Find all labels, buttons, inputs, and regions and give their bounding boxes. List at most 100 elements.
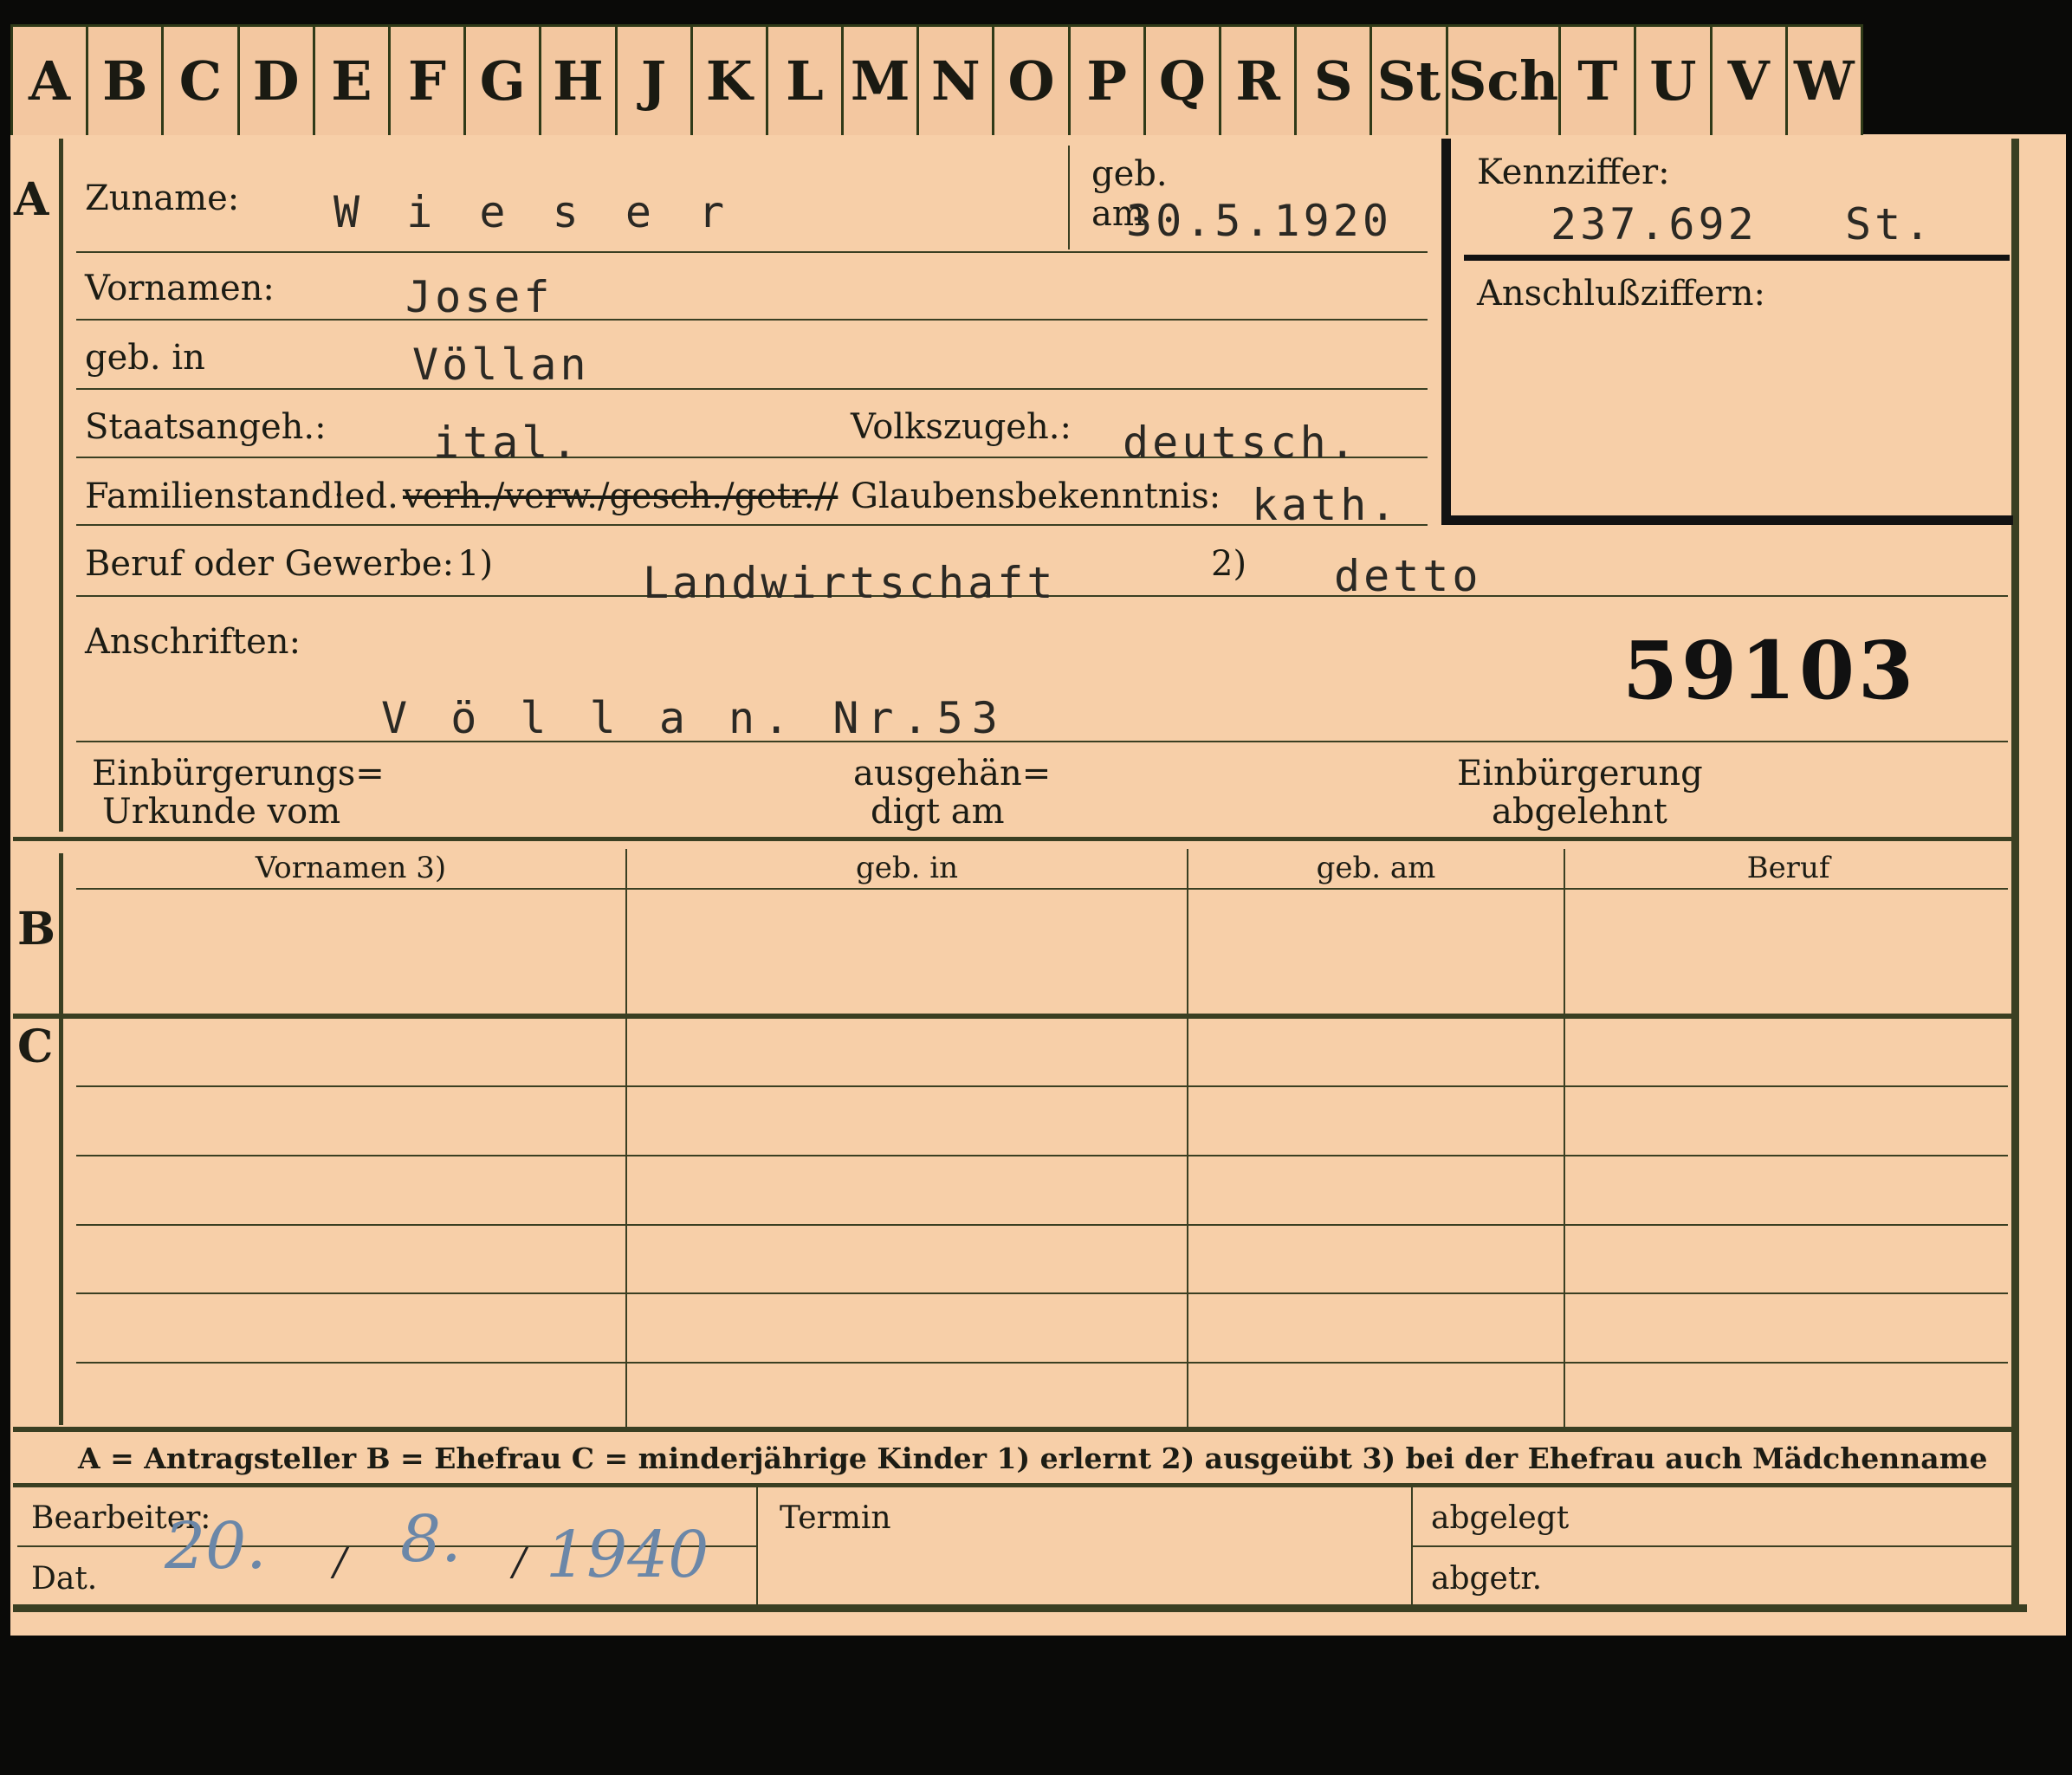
- section-b-mark: B: [17, 903, 55, 956]
- familienstand-label: Familienstand:: [85, 476, 345, 516]
- familienstand-value: led.: [333, 476, 398, 516]
- beruf-erlernt-value: Landwirtschaft: [643, 558, 1057, 608]
- index-tab-a: A: [13, 27, 89, 135]
- index-tab-b: B: [88, 27, 165, 135]
- footer-mid-rule-right: [1411, 1545, 2011, 1547]
- index-tab-o: O: [994, 27, 1071, 135]
- abgelehnt-label-2: abgelehnt: [1492, 792, 1667, 832]
- table-row-rule-3: [76, 1224, 2008, 1226]
- familienstand-struck-options: verh./verw./gesch./getr.//: [403, 476, 839, 516]
- handwritten-month: 8.: [400, 1502, 462, 1577]
- index-tab-c: C: [164, 27, 240, 135]
- index-tab-m: M: [844, 27, 920, 135]
- handwritten-sep-2: /: [513, 1540, 526, 1584]
- alphabet-index-tabs: A B C D E F G H J K L M N O P Q R S St Sch T U V W: [10, 24, 1863, 135]
- index-tab-sch: Sch: [1448, 27, 1562, 135]
- beruf-ausgeuebt-value: detto: [1334, 551, 1482, 601]
- glaubensbekenntnis-value: kath.: [1252, 480, 1400, 530]
- legend-text: A = Antragsteller B = Ehefrau C = minder…: [78, 1441, 1988, 1475]
- index-tab-e: E: [315, 27, 391, 135]
- table-header-vornamen: Vornamen 3): [255, 851, 447, 885]
- section-a-divider: [13, 837, 2016, 841]
- index-tab-q: Q: [1146, 27, 1221, 135]
- table-row-rule-4: [76, 1292, 2008, 1294]
- beruf-ref-2: 2): [1211, 544, 1247, 584]
- table-header-beruf: Beruf: [1746, 851, 1830, 885]
- abgetr-label: abgetr.: [1431, 1561, 1543, 1597]
- volkszugeh-label: Volkszugeh.:: [851, 407, 1072, 447]
- legend-bottom-rule: [13, 1483, 2016, 1487]
- table-header-geb-in: geb. in: [855, 851, 959, 885]
- index-tab-p: P: [1071, 27, 1146, 135]
- left-margin-rule: [59, 139, 63, 832]
- ausgehaen-label-2: digt am: [871, 792, 1005, 832]
- table-row-rule-5: [76, 1362, 2008, 1364]
- anschrift-value: V ö l l a n. Nr.53: [381, 693, 1007, 743]
- table-col-2: [1187, 849, 1188, 1427]
- rule-familienstand: [76, 524, 1428, 526]
- table-col-3: [1564, 849, 1565, 1427]
- index-tab-d: D: [240, 27, 315, 135]
- geb-in-value: Völlan: [412, 340, 590, 390]
- index-tab-n: N: [919, 27, 995, 135]
- kennziffer-underline: [1464, 255, 2010, 261]
- left-margin-rule-lower: [59, 853, 63, 1425]
- section-a-mark: A: [14, 173, 49, 226]
- index-tab-s: S: [1297, 27, 1373, 135]
- footer-col-1: [756, 1487, 758, 1604]
- abgelegt-label: abgelegt: [1431, 1500, 1570, 1536]
- kennziffer-value: 237.692: [1551, 199, 1758, 249]
- rule-anschriften: [76, 741, 2008, 742]
- index-tab-u: U: [1636, 27, 1713, 135]
- legend-top-rule: [13, 1427, 2016, 1432]
- zuname-value: W i e s e r: [333, 187, 735, 237]
- volkszugeh-value: deutsch.: [1123, 418, 1359, 468]
- vornamen-value: Josef: [405, 272, 554, 322]
- geb-label: geb.: [1091, 154, 1168, 194]
- dat-label: Dat.: [31, 1561, 98, 1597]
- index-tab-v: V: [1713, 27, 1788, 135]
- rule-geb-divider: [1068, 146, 1070, 249]
- table-row-rule-2: [76, 1155, 2008, 1156]
- rule-geb-in: [76, 388, 1428, 390]
- index-tab-t: T: [1561, 27, 1637, 135]
- staatsangeh-value: ital.: [433, 418, 581, 468]
- index-tab-l: L: [768, 27, 845, 135]
- index-tab-r: R: [1221, 27, 1298, 135]
- section-b-divider: [13, 1014, 2016, 1019]
- card-bottom-rule: [13, 1604, 2027, 1612]
- table-header-geb-am: geb. am: [1316, 851, 1436, 885]
- geb-in-label: geb. in: [85, 338, 205, 378]
- index-tab-f: F: [391, 27, 467, 135]
- abgelehnt-label-1: Einbürgerung: [1457, 754, 1703, 794]
- index-tab-j: J: [618, 27, 693, 135]
- kennziffer-suffix: St.: [1845, 199, 1934, 249]
- rule-zuname: [76, 251, 1428, 253]
- index-tab-h: H: [541, 27, 618, 135]
- section-c-mark: C: [17, 1020, 54, 1073]
- handwritten-year: 1940: [546, 1518, 709, 1592]
- index-tab-w: W: [1794, 49, 1855, 113]
- vornamen-label: Vornamen:: [85, 269, 275, 308]
- staatsangeh-label: Staatsangeh.:: [85, 407, 327, 447]
- kennziffer-box: [1441, 139, 2013, 525]
- einbuergerungs-label-2: Urkunde vom: [102, 792, 341, 832]
- rule-vornamen: [76, 319, 1428, 321]
- index-tab-g: G: [466, 27, 542, 135]
- table-header-rule: [76, 888, 2008, 890]
- handwritten-sep-1: /: [333, 1540, 346, 1584]
- beruf-ref-1: 1): [457, 544, 494, 584]
- zuname-label: Zuname:: [85, 178, 240, 218]
- termin-label: Termin: [780, 1500, 891, 1536]
- index-tab-st: St: [1372, 27, 1448, 135]
- glaubensbekenntnis-label: Glaubensbekenntnis:: [851, 476, 1221, 516]
- beruf-label: Beruf oder Gewerbe:: [85, 544, 455, 584]
- anschlussziffern-label: Anschlußziffern:: [1477, 274, 1765, 314]
- einbuergerungs-label-1: Einbürgerungs=: [92, 754, 385, 794]
- index-tab-k: K: [693, 27, 768, 135]
- table-row-rule-1: [76, 1085, 2008, 1087]
- table-col-1: [625, 849, 627, 1427]
- anschriften-label: Anschriften:: [85, 622, 301, 662]
- ausgehaen-label-1: ausgehän=: [853, 754, 1052, 794]
- handwritten-day: 20.: [165, 1509, 267, 1584]
